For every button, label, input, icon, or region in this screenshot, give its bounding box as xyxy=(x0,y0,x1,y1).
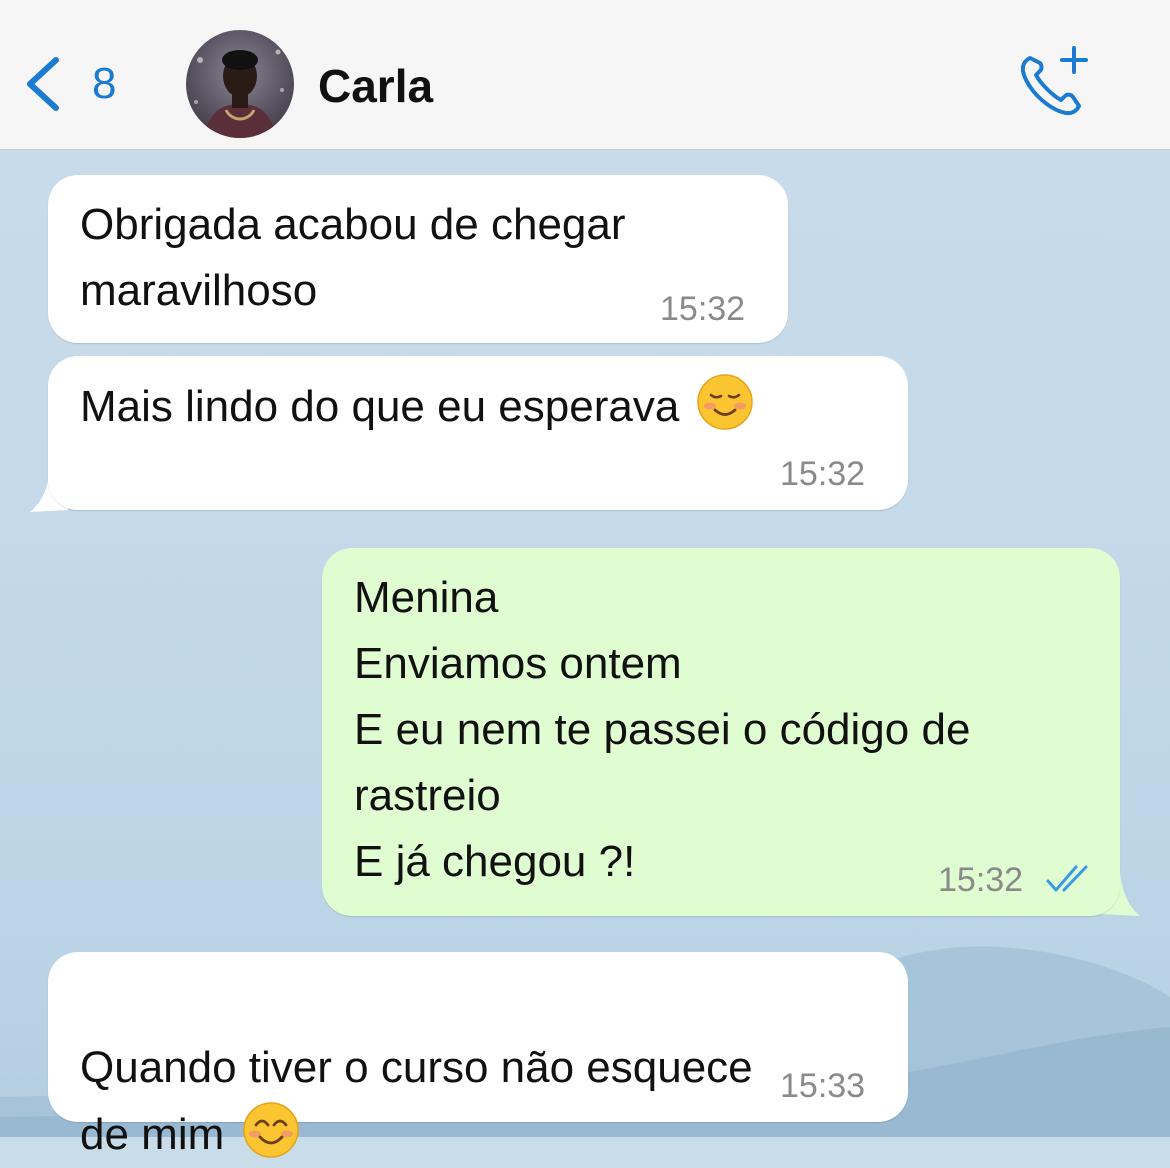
contact-name[interactable]: Carla xyxy=(318,58,433,114)
message-text: Menina Enviamos ontem E eu nem te passei… xyxy=(354,573,971,886)
back-button[interactable]: 8 xyxy=(22,52,116,116)
message-time: 15:33 xyxy=(780,1067,866,1105)
message-incoming[interactable]: Quando tiver o curso não esquece de mim … xyxy=(48,952,908,1159)
message-time: 15:32 xyxy=(780,455,866,493)
phone-plus-icon xyxy=(1020,46,1088,116)
smiling-face-with-smiling-eyes-icon xyxy=(243,1102,299,1158)
message-text: Obrigada acabou de chegar maravilhoso xyxy=(80,200,626,315)
message-text: Mais lindo do que eu esperava xyxy=(80,382,680,431)
message-text: Quando tiver o curso não esquece de mim xyxy=(80,1043,753,1159)
message-time: 15:32 xyxy=(660,290,746,328)
unread-count: 8 xyxy=(92,59,117,108)
chevron-left-icon xyxy=(22,54,62,114)
add-call-button[interactable] xyxy=(1016,44,1092,120)
message-outgoing[interactable]: Menina Enviamos ontem E eu nem te passei… xyxy=(322,548,1120,916)
smiling-face-icon xyxy=(696,374,753,430)
avatar[interactable] xyxy=(186,30,294,138)
message-incoming[interactable]: Mais lindo do que eu esperava 15:32 xyxy=(48,356,908,510)
chat-header: 8 Carla xyxy=(0,0,1170,150)
message-time: 15:32 xyxy=(938,861,1024,899)
double-check-icon xyxy=(1046,865,1088,892)
message-incoming[interactable]: Obrigada acabou de chegar maravilhoso 15… xyxy=(48,175,788,343)
